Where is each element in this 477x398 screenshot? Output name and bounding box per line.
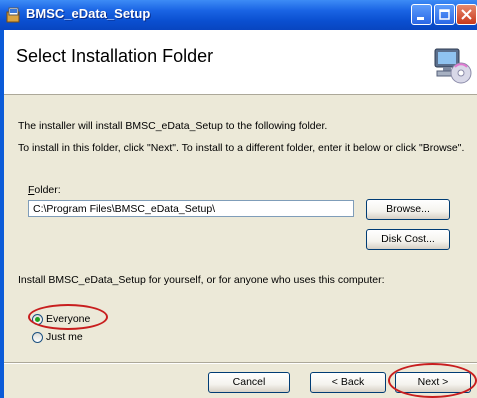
option-just-me-label[interactable]: Just me	[46, 331, 83, 343]
page-title: Select Installation Folder	[16, 46, 214, 66]
cancel-button[interactable]: Cancel	[208, 372, 290, 393]
computer-disc-icon	[433, 45, 473, 85]
footer-separator	[4, 362, 477, 364]
folder-input[interactable]: C:\Program Files\BMSC_eData_Setup\	[28, 200, 354, 217]
disk-cost-button[interactable]: Disk Cost...	[366, 229, 450, 250]
install-for-label: Install BMSC_eData_Setup for yourself, o…	[18, 274, 385, 286]
title-bar[interactable]: BMSC_eData_Setup	[0, 0, 477, 30]
installer-icon	[6, 7, 22, 23]
radio-selected-dot	[35, 317, 40, 322]
close-icon	[461, 9, 472, 20]
next-button[interactable]: Next >	[395, 372, 471, 393]
option-everyone-label[interactable]: Everyone	[46, 313, 90, 325]
minimize-button[interactable]	[411, 4, 432, 25]
installer-window: BMSC_eData_Setup Select Installation Fol…	[0, 0, 477, 398]
radio-everyone[interactable]	[32, 314, 43, 325]
maximize-button[interactable]	[434, 4, 455, 25]
minimize-icon	[417, 17, 424, 20]
browse-button[interactable]: Browse...	[366, 199, 450, 220]
dialog-client: Select Installation Folder The installer…	[4, 30, 477, 398]
close-button[interactable]	[456, 4, 477, 25]
folder-label: Folder:	[28, 184, 61, 196]
dialog-body: The installer will install BMSC_eData_Se…	[4, 100, 477, 362]
radio-just-me[interactable]	[32, 332, 43, 343]
maximize-icon	[439, 9, 450, 20]
window-title: BMSC_eData_Setup	[26, 6, 151, 21]
intro-text-2: To install in this folder, click "Next".…	[18, 142, 465, 154]
intro-text-1: The installer will install BMSC_eData_Se…	[18, 120, 328, 132]
back-button[interactable]: < Back	[310, 372, 386, 393]
dialog-header: Select Installation Folder	[4, 30, 477, 95]
